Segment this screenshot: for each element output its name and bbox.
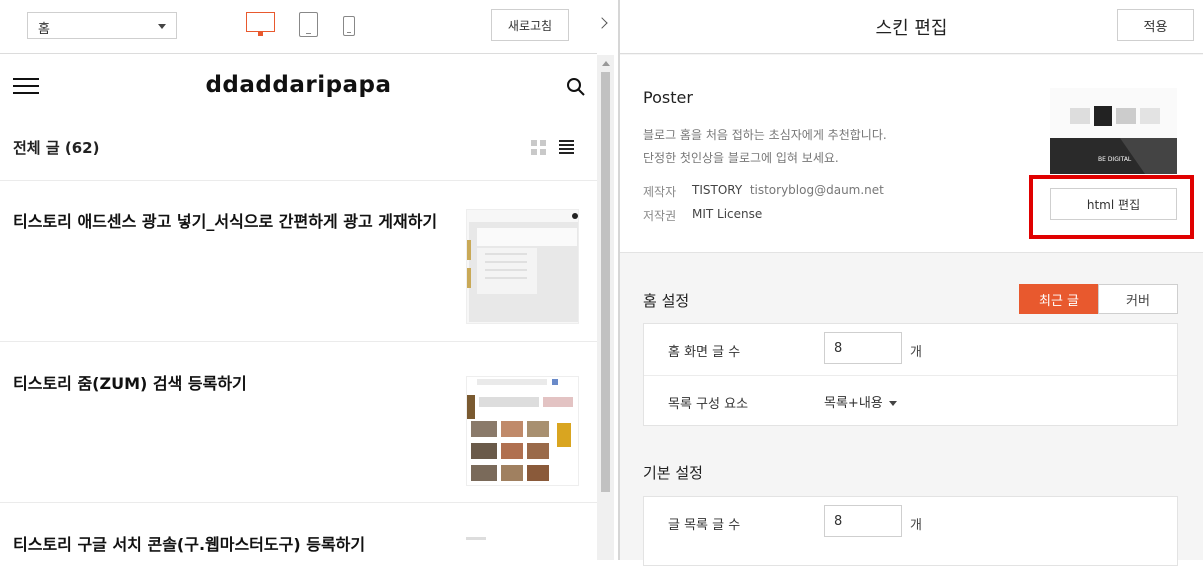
page-select[interactable]: 홈 xyxy=(27,12,177,39)
mobile-view-icon[interactable] xyxy=(343,16,355,36)
preview-pane: 홈 새로고침 ddaddaripapa 전체 글 (62) 티스토리 애드센스 … xyxy=(0,0,614,560)
page-select-value: 홈 xyxy=(38,22,50,37)
post-title[interactable]: 티스토리 줌(ZUM) 검색 등록하기 xyxy=(13,372,453,395)
chevron-right-icon xyxy=(596,17,608,29)
apply-button[interactable]: 적용 xyxy=(1117,9,1194,41)
home-post-count-row: 홈 화면 글 수 개 xyxy=(644,324,1177,374)
list-count-input[interactable] xyxy=(824,505,902,537)
skin-description: 블로그 홈을 처음 접하는 초심자에게 추천합니다. 단정한 첫인상을 블로그에… xyxy=(643,124,887,170)
post-thumbnail xyxy=(466,376,579,486)
preview-toolbar: 홈 새로고침 xyxy=(0,0,597,54)
post-item[interactable]: 티스토리 애드센스 광고 넣기_서식으로 간편하게 광고 게재하기 xyxy=(13,181,579,341)
skin-editor-pane: 스킨 편집 적용 Poster 블로그 홈을 처음 접하는 초심자에게 추천합니… xyxy=(620,0,1203,566)
basic-settings-title: 기본 설정 xyxy=(643,464,703,482)
skin-name: Poster xyxy=(643,88,693,107)
list-element-dropdown[interactable]: 목록+내용 xyxy=(824,392,897,411)
basic-settings-panel: 글 목록 글 수 개 xyxy=(643,496,1178,566)
post-title[interactable]: 티스토리 구글 서치 콘솔(구.웹마스터도구) 등록하기 xyxy=(13,533,453,556)
html-edit-button[interactable]: html 편집 xyxy=(1050,188,1177,220)
home-post-count-label: 홈 화면 글 수 xyxy=(668,345,741,360)
list-view-icon[interactable] xyxy=(559,140,574,155)
search-icon[interactable] xyxy=(566,77,586,97)
post-title[interactable]: 티스토리 애드센스 광고 넣기_서식으로 간편하게 광고 게재하기 xyxy=(13,210,453,233)
preview-scrollbar[interactable] xyxy=(597,55,614,560)
skin-desc-line: 단정한 첫인상을 블로그에 입혀 보세요. xyxy=(643,151,839,165)
chevron-down-icon xyxy=(158,24,166,29)
post-thumbnail xyxy=(466,537,579,560)
license-value: MIT License xyxy=(692,207,763,221)
skin-thumbnail: BE DIGITAL xyxy=(1050,88,1177,174)
unit-label: 개 xyxy=(910,345,922,360)
skin-info: Poster 블로그 홈을 처음 접하는 초심자에게 추천합니다. 단정한 첫인… xyxy=(620,55,1203,253)
tab-recent-posts[interactable]: 최근 글 xyxy=(1019,284,1099,314)
license-label: 저작권 xyxy=(643,209,677,223)
maker-value: TISTORY tistoryblog@daum.net xyxy=(692,183,884,197)
post-item[interactable]: 티스토리 구글 서치 콘솔(구.웹마스터도구) 등록하기 xyxy=(13,503,579,560)
scroll-up-icon[interactable] xyxy=(602,61,610,66)
skin-desc-line: 블로그 홈을 처음 접하는 초심자에게 추천합니다. xyxy=(643,128,887,142)
grid-view-icon[interactable] xyxy=(531,140,546,155)
home-settings-title: 홈 설정 xyxy=(643,292,690,310)
post-item[interactable]: 티스토리 줌(ZUM) 검색 등록하기 xyxy=(13,342,579,502)
post-list-heading: 전체 글 (62) xyxy=(13,139,100,157)
maker-label: 제작자 xyxy=(643,185,677,199)
editor-title: 스킨 편집 xyxy=(875,18,948,39)
unit-label: 개 xyxy=(910,518,922,533)
desktop-view-icon[interactable] xyxy=(246,12,275,36)
maker-name: TISTORY xyxy=(692,183,743,197)
list-element-value: 목록+내용 xyxy=(824,396,883,411)
blog-header: ddaddaripapa xyxy=(0,55,597,117)
maker-email: tistoryblog@daum.net xyxy=(749,183,884,197)
chevron-down-icon xyxy=(888,401,897,406)
editor-header: 스킨 편집 적용 xyxy=(620,0,1203,54)
list-element-label: 목록 구성 요소 xyxy=(668,397,749,412)
skin-thumb-caption: BE DIGITAL xyxy=(1098,156,1132,163)
list-count-label: 글 목록 글 수 xyxy=(668,518,741,533)
tablet-view-icon[interactable] xyxy=(299,12,318,37)
refresh-button[interactable]: 새로고침 xyxy=(491,9,569,41)
list-count-row: 글 목록 글 수 개 xyxy=(644,497,1177,547)
tab-cover[interactable]: 커버 xyxy=(1098,284,1178,314)
collapse-panel-button[interactable] xyxy=(592,0,619,54)
home-settings-panel: 홈 화면 글 수 개 목록 구성 요소 목록+내용 xyxy=(643,323,1178,426)
list-element-row: 목록 구성 요소 목록+내용 xyxy=(644,375,1177,425)
home-post-count-input[interactable] xyxy=(824,332,902,364)
scroll-thumb[interactable] xyxy=(601,72,610,492)
post-thumbnail xyxy=(466,209,579,324)
blog-title[interactable]: ddaddaripapa xyxy=(0,72,597,98)
